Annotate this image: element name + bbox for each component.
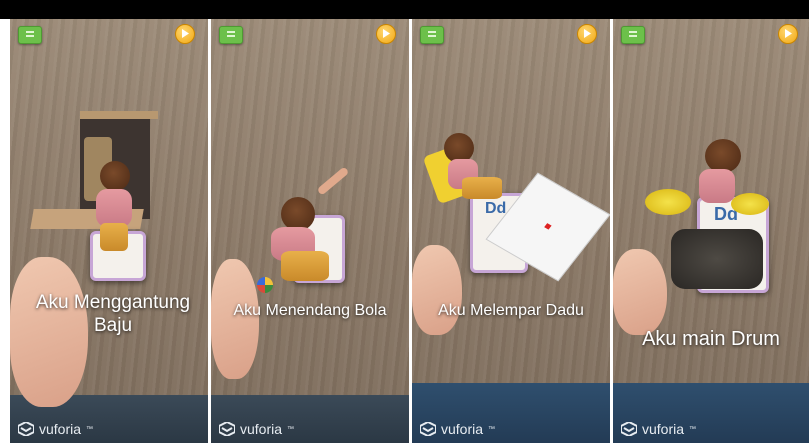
play-icon bbox=[584, 29, 591, 38]
caption: Aku Menggantung Baju bbox=[18, 291, 208, 337]
vuforia-watermark: vuforia ™ bbox=[420, 421, 495, 437]
character-head bbox=[100, 161, 130, 191]
vuforia-logo-icon bbox=[219, 422, 235, 436]
play-icon bbox=[785, 29, 792, 38]
character-arm bbox=[316, 166, 350, 196]
character-legs bbox=[462, 177, 502, 199]
play-icon bbox=[383, 29, 390, 38]
menu-button[interactable] bbox=[18, 26, 42, 44]
card-letter: Dd bbox=[485, 200, 507, 217]
play-button[interactable] bbox=[577, 24, 597, 44]
cymbal-left bbox=[645, 189, 691, 215]
character-legs bbox=[281, 251, 329, 281]
character-head bbox=[281, 197, 315, 231]
caption-line-1: Aku Menendang Bola bbox=[233, 302, 387, 319]
character-head bbox=[705, 139, 741, 173]
top-black-bar bbox=[0, 0, 809, 19]
coat-rack bbox=[80, 111, 158, 119]
caption-line-2: Baju bbox=[93, 315, 133, 336]
vuforia-logo-icon bbox=[18, 422, 34, 436]
play-button[interactable] bbox=[376, 24, 396, 44]
caption-line-1: Aku Melempar Dadu bbox=[438, 302, 584, 319]
ar-panel-3: Dd Aku Melempar Dadu vuforia ™ bbox=[412, 19, 610, 443]
vuforia-watermark: vuforia ™ bbox=[18, 421, 93, 437]
play-icon bbox=[182, 29, 189, 38]
caption: Aku Menendang Bola bbox=[211, 301, 409, 321]
vuforia-watermark: vuforia ™ bbox=[621, 421, 696, 437]
ar-panel-2: Aku Menendang Bola vuforia ™ bbox=[211, 19, 409, 443]
vuforia-logo-icon bbox=[621, 422, 637, 436]
play-button[interactable] bbox=[175, 24, 195, 44]
vuforia-label: vuforia bbox=[441, 421, 484, 437]
caption-line-1: Aku Menggantung bbox=[35, 292, 191, 313]
die-dot bbox=[544, 223, 552, 230]
ar-panel-1: Aku Menggantung Baju vuforia ™ bbox=[10, 19, 208, 443]
ar-panel-4: Dd Aku main Drum vuforia ™ bbox=[613, 19, 809, 443]
vuforia-label: vuforia bbox=[39, 421, 82, 437]
vuforia-watermark: vuforia ™ bbox=[219, 421, 294, 437]
character-body bbox=[699, 169, 735, 203]
character-body bbox=[96, 189, 132, 227]
ball bbox=[257, 277, 273, 293]
menu-button[interactable] bbox=[621, 26, 645, 44]
hand bbox=[412, 245, 462, 335]
caption: Aku Melempar Dadu bbox=[412, 301, 610, 321]
caption-line-1: Aku main Drum bbox=[642, 328, 780, 350]
vuforia-label: vuforia bbox=[240, 421, 283, 437]
hand bbox=[613, 249, 667, 335]
play-button[interactable] bbox=[778, 24, 798, 44]
menu-button[interactable] bbox=[420, 26, 444, 44]
vuforia-logo-icon bbox=[420, 422, 436, 436]
drum-set bbox=[671, 229, 763, 289]
character-legs bbox=[100, 223, 128, 251]
caption: Aku main Drum bbox=[613, 327, 809, 351]
vuforia-label: vuforia bbox=[642, 421, 685, 437]
cymbal-right bbox=[731, 193, 769, 215]
menu-button[interactable] bbox=[219, 26, 243, 44]
